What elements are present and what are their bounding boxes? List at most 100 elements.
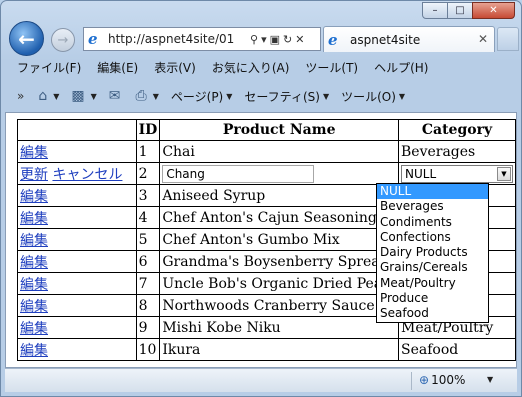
address-bar[interactable]: e http://aspnet4site/01 ⚲ ▾ ▣ ↻ ✕ [83,27,321,51]
menu-view[interactable]: 表示(V) [154,59,196,77]
cell-name: Chef Anton's Cajun Seasoning [159,206,399,229]
cancel-link[interactable]: キャンセル [52,167,122,183]
page-menu[interactable]: ページ(P) ▼ [171,88,233,105]
search-icon[interactable]: ⚲ [250,33,258,46]
compat-view-icon[interactable]: ▣ [270,33,280,46]
dropdown-option[interactable]: Beverages [377,199,488,214]
edit-link[interactable]: 編集 [20,189,48,205]
menu-bar: ファイル(F) 編集(E) 表示(V) お気に入り(A) ツール(T) ヘルプ(… [17,59,428,77]
table-row: 編集 10 Ikura Seafood [17,338,516,361]
menu-favorites[interactable]: お気に入り(A) [212,59,290,77]
cell-name: Chai [159,140,399,163]
printer-icon: ⎙ [135,88,147,104]
header-product-name: Product Name [159,119,399,141]
tools-menu-label: ツール(O) [341,89,396,104]
favorites-chevron-icon[interactable]: » [17,89,24,103]
header-row: ID Product Name Category [17,119,516,141]
table-row: 編集 1 Chai Beverages [17,140,516,163]
category-select[interactable]: NULL ▼ [401,164,513,183]
dropdown-option[interactable]: Produce [377,291,488,306]
category-dropdown-list: NULL Beverages Condiments Confections Da… [376,183,489,323]
edit-link[interactable]: 編集 [20,211,48,227]
edit-link[interactable]: 編集 [20,299,48,315]
dropdown-option[interactable]: Dairy Products [377,245,488,260]
menu-help[interactable]: ヘルプ(H) [374,59,428,77]
caption-buttons: – □ ✕ [422,2,515,19]
menu-file[interactable]: ファイル(F) [17,59,81,77]
cell-id: 1 [135,140,161,163]
close-button[interactable]: ✕ [472,2,515,19]
ie-page-icon: e [88,30,98,48]
new-tab-button[interactable] [497,27,519,51]
maximize-button[interactable]: □ [447,2,473,19]
edit-link[interactable]: 編集 [20,343,48,359]
refresh-icon[interactable]: ↻ [283,33,292,46]
browser-tab[interactable]: e aspnet4site ✕ [323,26,495,52]
menu-tools[interactable]: ツール(T) [305,59,358,77]
zoom-dropdown-icon[interactable]: ▼ [487,375,493,384]
zoom-level: 100% [431,373,466,387]
update-link[interactable]: 更新 [20,167,48,183]
edit-link[interactable]: 編集 [20,145,48,161]
cell-id: 10 [135,338,161,361]
cell-name: Chef Anton's Gumbo Mix [159,228,399,251]
cell-id: 8 [135,294,161,317]
dropdown-option[interactable]: Seafood [377,306,488,321]
cell-id: 5 [135,228,161,251]
home-icon: ⌂ [38,88,48,104]
cell-name: Ikura [159,338,399,361]
cell-name: Northwoods Cranberry Sauce [159,294,399,317]
edit-link[interactable]: 編集 [20,321,48,337]
tab-title: aspnet4site [350,32,421,47]
mail-icon: ✉ [108,88,121,104]
zoom-control[interactable]: ⊕ 100% [419,373,465,387]
edit-link[interactable]: 編集 [20,233,48,249]
menu-edit[interactable]: 編集(E) [97,59,138,77]
tools-menu[interactable]: ツール(O) ▼ [341,88,405,105]
cell-category: Seafood [398,338,516,361]
feeds-button[interactable]: ▩ ▼ [71,88,96,104]
cell-id: 2 [135,162,161,185]
edit-row: 更新 キャンセル 2 Chang NULL ▼ [17,162,516,185]
cell-id: 9 [135,316,161,339]
safety-menu-label: セーフティ(S) [244,89,320,104]
command-bar: » ⌂ ▼ ▩ ▼ ✉ ⎙ ▼ ページ(P) ▼ セーフティ(S) ▼ ツール(O) ▼ [17,83,513,109]
safety-menu[interactable]: セーフティ(S) ▼ [244,88,329,105]
product-name-input[interactable]: Chang [162,164,315,183]
dropdown-option[interactable]: Meat/Poultry [377,276,488,291]
cell-name: Grandma's Boysenberry Spread [159,250,399,273]
back-button[interactable]: ← [9,21,44,56]
header-id: ID [135,119,161,141]
cell-id: 3 [135,184,161,207]
cell-id: 6 [135,250,161,273]
ie-tab-icon: e [328,30,338,49]
forward-arrow-icon: → [57,32,69,48]
status-divider [411,372,412,390]
stop-icon[interactable]: ✕ [295,33,304,46]
tab-close-icon[interactable]: ✕ [478,32,488,46]
page-menu-label: ページ(P) [170,89,224,104]
page-content: ID Product Name Category 編集 1 Chai Bever… [5,112,517,368]
rss-feed-icon: ▩ [71,88,85,104]
home-button[interactable]: ⌂ ▼ [38,88,59,104]
dropdown-arrow-icon[interactable]: ▾ [261,33,267,46]
address-url[interactable]: http://aspnet4site/01 [108,32,248,46]
mail-button[interactable]: ✉ [109,88,124,104]
dropdown-option[interactable]: Grains/Cereals [377,260,488,275]
dropdown-option[interactable]: NULL [377,184,488,200]
browser-window: – □ ✕ ← → e http://aspnet4site/01 ⚲ ▾ ▣ … [0,0,522,397]
minimize-button[interactable]: – [422,2,448,19]
cell-name: Aniseed Syrup [159,184,399,207]
cell-id: 7 [135,272,161,295]
print-button[interactable]: ⎙ ▼ [136,88,159,104]
status-bar: ⊕ 100% ▼ [5,368,517,392]
dropdown-option[interactable]: Confections [377,230,488,245]
forward-button[interactable]: → [51,28,75,52]
header-action [17,119,137,141]
edit-link[interactable]: 編集 [20,277,48,293]
cell-name: Uncle Bob's Organic Dried Pears [159,272,399,295]
dropdown-option[interactable]: Condiments [377,215,488,230]
select-dropdown-arrow-icon[interactable]: ▼ [497,166,511,181]
cell-name: Mishi Kobe Niku [159,316,399,339]
edit-link[interactable]: 編集 [20,255,48,271]
